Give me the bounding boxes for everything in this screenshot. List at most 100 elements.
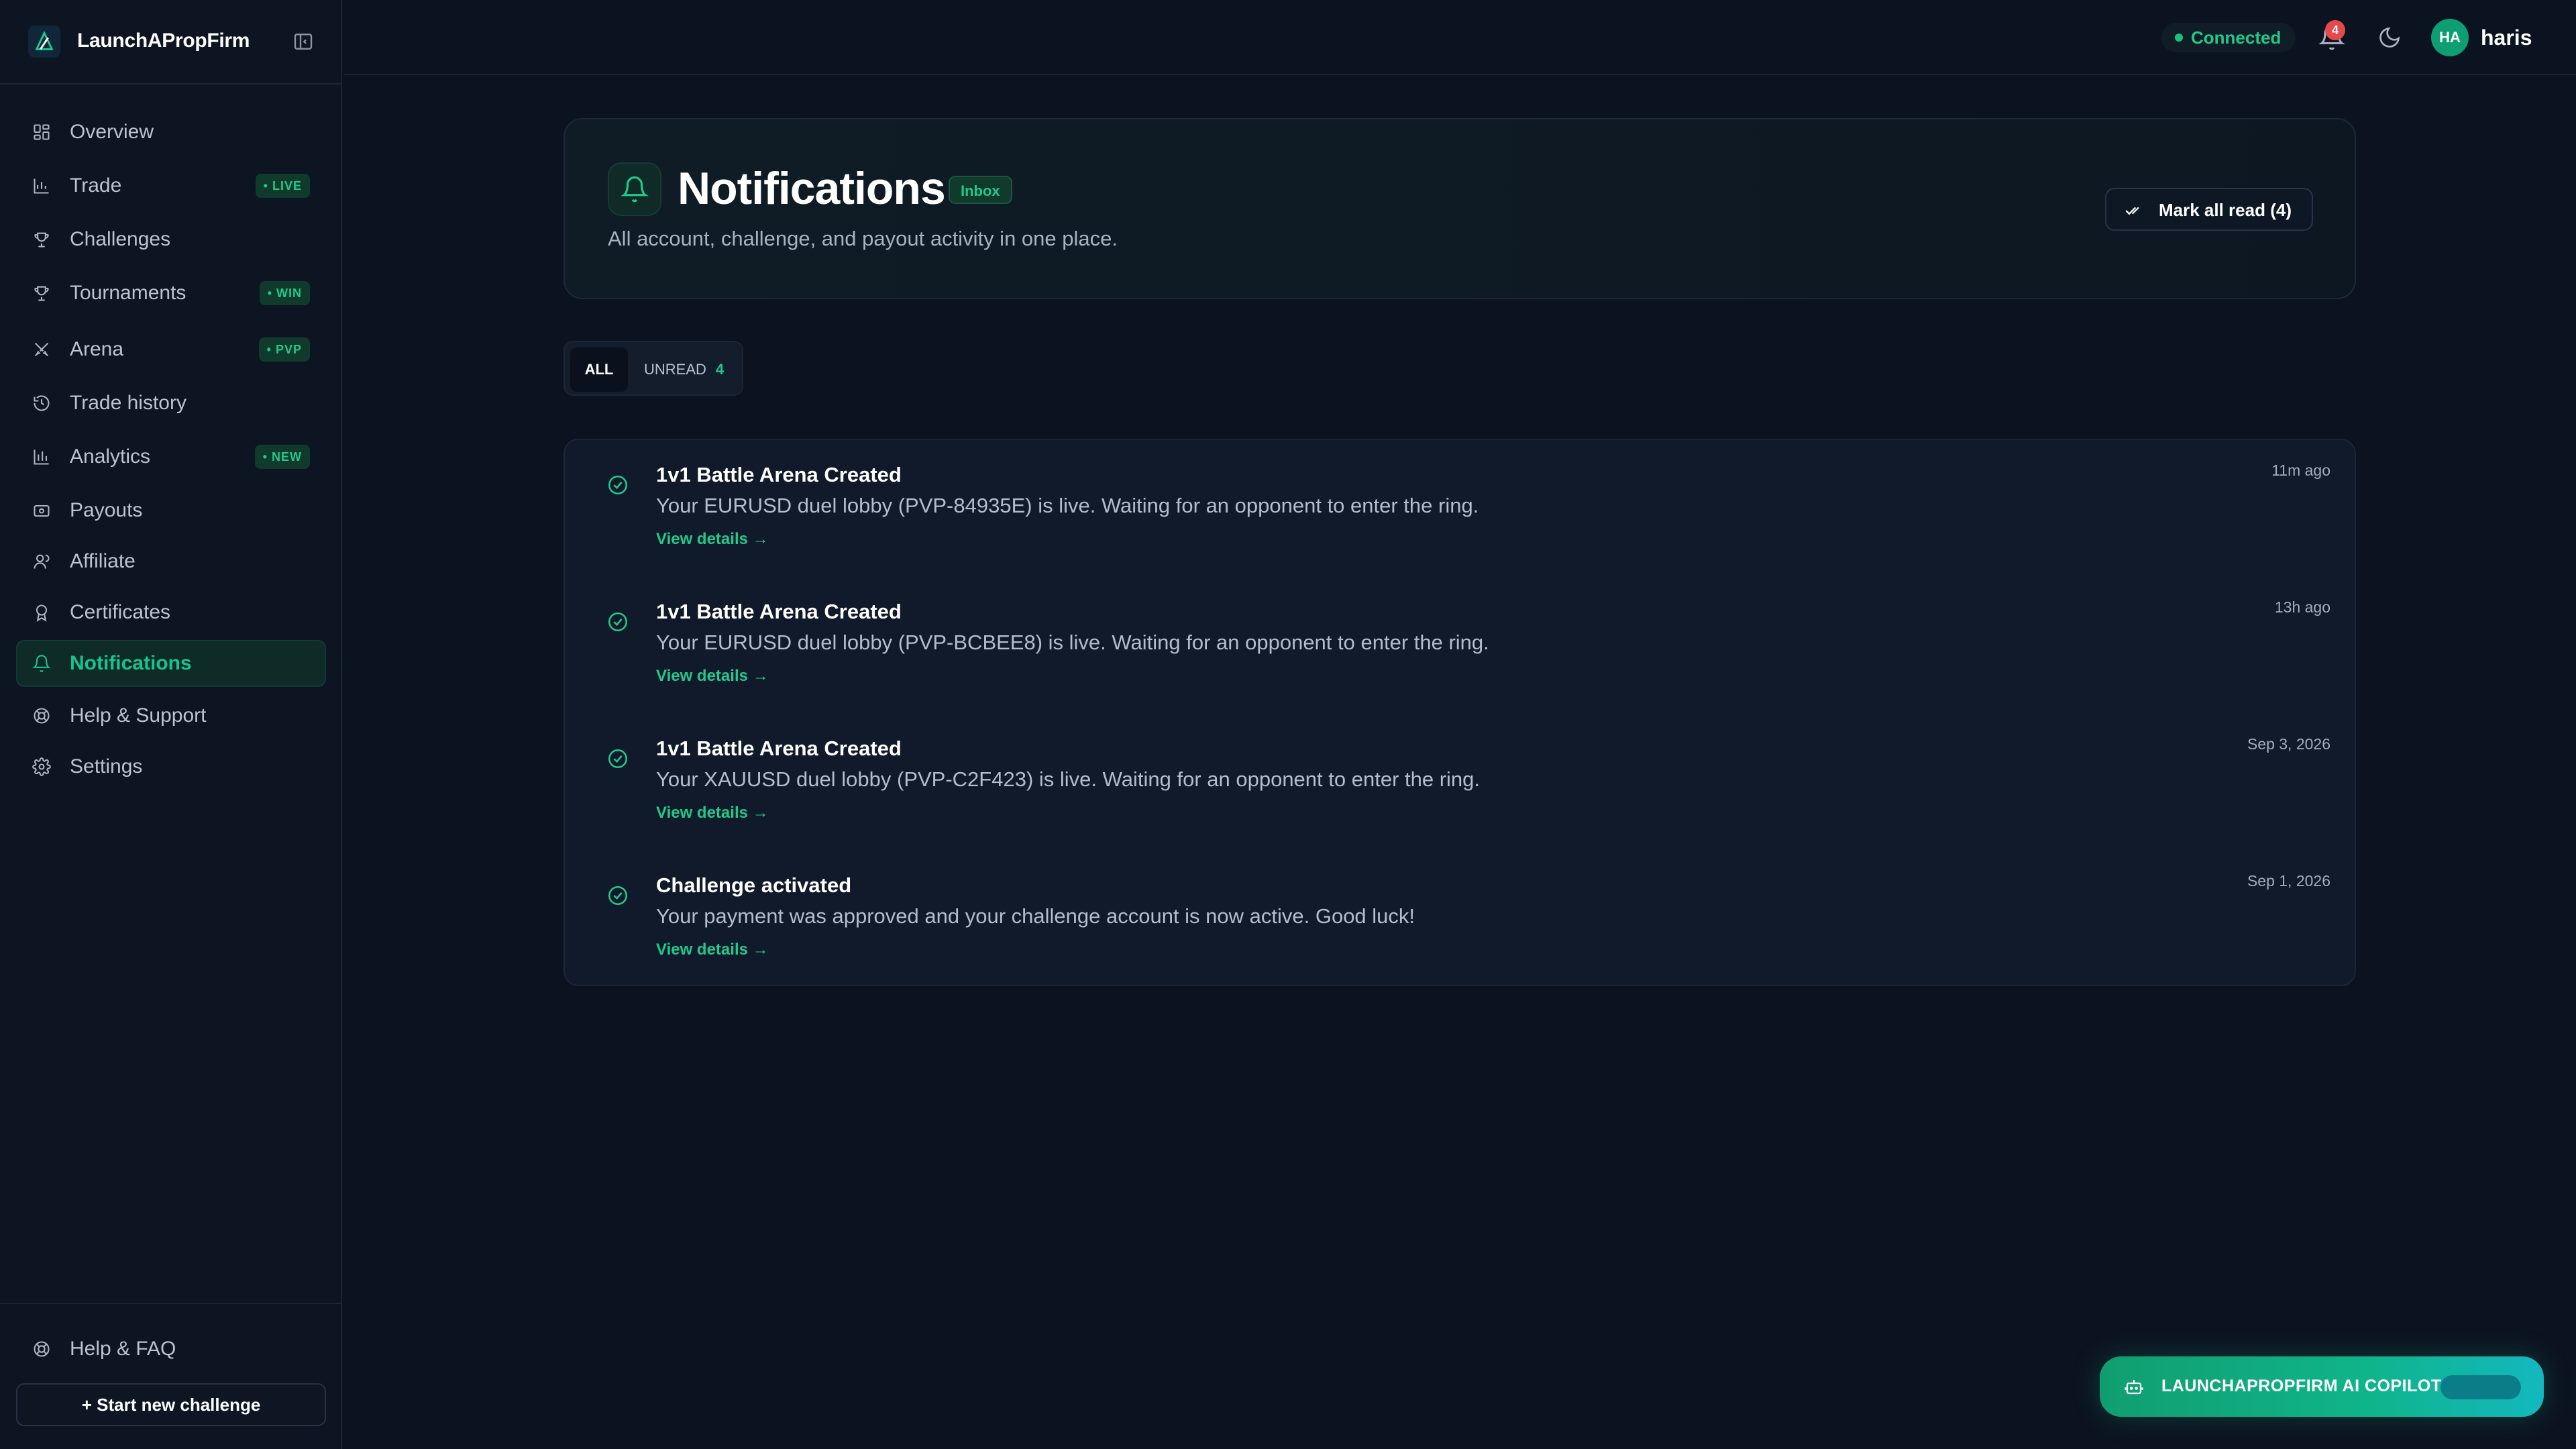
notification-time: 11m ago	[2271, 462, 2330, 479]
sidebar-item-analytics[interactable]: Analytics NEW	[16, 433, 326, 480]
sidebar-item-label: Settings	[70, 755, 143, 777]
notification-time: 13h ago	[2274, 598, 2330, 616]
history-icon	[34, 395, 50, 411]
sidebar-item-challenges[interactable]: Challenges	[16, 216, 326, 263]
notification-title: 1v1 Battle Arena Created	[656, 737, 902, 760]
avatar[interactable]: HA	[2431, 19, 2469, 56]
robot-icon	[2125, 1380, 2143, 1395]
sidebar-item-certificates[interactable]: Certificates	[16, 589, 326, 636]
status-dot	[2175, 34, 2183, 42]
bell-icon	[32, 655, 51, 672]
win-badge: WIN	[259, 281, 310, 305]
notification-body: Your XAUUSD duel lobby (PVP-C2F423) is l…	[656, 767, 1481, 791]
inbox-badge: Inbox	[949, 176, 1012, 204]
notifications-list: 1v1 Battle Arena Created Your EURUSD due…	[564, 439, 2356, 986]
award-icon	[36, 604, 48, 622]
live-badge: LIVE	[255, 174, 310, 198]
list-item[interactable]: 1v1 Battle Arena Created Your EURUSD due…	[565, 440, 2357, 577]
notification-body: Your EURUSD duel lobby (PVP-BCBEE8) is l…	[656, 631, 1489, 654]
filter-tabs: ALL UNREAD 4	[564, 341, 743, 396]
sidebar-item-arena[interactable]: Arena PVP	[16, 326, 326, 373]
copilot-toggle[interactable]	[2440, 1375, 2521, 1399]
notifications-header-card: Notifications Inbox All account, challen…	[564, 118, 2356, 299]
tab-unread-label: UNREAD	[644, 361, 706, 378]
sidebar-item-overview[interactable]: Overview	[16, 109, 326, 156]
ai-copilot-label: LAUNCHAPROPFIRM AI COPILOT	[2161, 1377, 2442, 1395]
unread-count: 4	[715, 361, 724, 378]
check-circle-icon	[608, 475, 628, 495]
notification-time: Sep 3, 2026	[2247, 735, 2330, 753]
chart-bar-icon	[34, 178, 49, 194]
notification-body: Your EURUSD duel lobby (PVP-84935E) is l…	[656, 494, 1479, 517]
brand-header: LaunchAPropFirm	[0, 0, 342, 85]
sidebar-item-help-faq[interactable]: Help & FAQ	[16, 1326, 326, 1373]
view-details-link[interactable]: View details →	[656, 667, 769, 686]
theme-toggle-moon-icon[interactable]	[2377, 25, 2402, 50]
check-circle-icon	[608, 612, 628, 632]
notification-title: Challenge activated	[656, 873, 852, 897]
sidebar-item-label: Trade	[70, 174, 122, 197]
check-circle-icon	[608, 749, 628, 769]
list-item[interactable]: 1v1 Battle Arena Created Your EURUSD due…	[565, 577, 2357, 714]
users-icon	[34, 554, 50, 569]
sidebar-item-trade[interactable]: Trade LIVE	[16, 162, 326, 209]
notification-time: Sep 1, 2026	[2247, 872, 2330, 890]
logo-icon[interactable]	[28, 25, 60, 58]
list-item[interactable]: Challenge activated Your payment was app…	[565, 851, 2357, 987]
sidebar-item-settings[interactable]: Settings	[16, 743, 326, 790]
sidebar-item-help-support[interactable]: Help & Support	[16, 692, 326, 739]
status-text: Connected	[2191, 27, 2282, 48]
start-new-challenge-button[interactable]: + Start new challenge	[16, 1383, 326, 1426]
notification-title: 1v1 Battle Arena Created	[656, 600, 902, 623]
username[interactable]: haris	[2481, 25, 2532, 50]
sidebar-item-payouts[interactable]: Payouts	[16, 487, 326, 534]
sidebar-item-label: Help & FAQ	[70, 1338, 176, 1360]
sidebar-item-label: Arena	[70, 338, 124, 360]
view-details-link[interactable]: View details →	[656, 941, 769, 959]
ai-copilot-button[interactable]: LAUNCHAPROPFIRM AI COPILOT	[2100, 1356, 2544, 1417]
sidebar-item-label: Affiliate	[70, 550, 136, 572]
analytics-icon	[34, 449, 49, 465]
connection-status-badge: Connected	[2161, 23, 2296, 52]
sidebar-item-label: Payouts	[70, 499, 143, 521]
brand-name[interactable]: LaunchAPropFirm	[77, 30, 250, 52]
pvp-badge: PVP	[258, 337, 310, 362]
sidebar-item-label: Tournaments	[70, 282, 186, 304]
page-title: Notifications	[678, 163, 946, 214]
trophy-icon	[34, 286, 49, 301]
mark-all-read-label: Mark all read (4)	[2159, 200, 2292, 220]
view-details-link[interactable]: View details →	[656, 530, 769, 549]
tab-all[interactable]: ALL	[570, 347, 628, 392]
sidebar-item-notifications[interactable]: Notifications	[16, 640, 326, 687]
sidebar-item-label: Analytics	[70, 445, 151, 468]
sidebar-item-label: Overview	[70, 121, 154, 143]
view-details-link[interactable]: View details →	[656, 804, 769, 822]
sidebar-footer-divider	[0, 1303, 342, 1304]
new-badge: NEW	[254, 445, 310, 469]
sidebar-item-tournaments[interactable]: Tournaments WIN	[16, 270, 326, 317]
swords-icon	[34, 342, 49, 357]
sidebar-item-label: Help & Support	[70, 704, 207, 727]
mark-all-read-button[interactable]: Mark all read (4)	[2105, 188, 2313, 231]
notification-body: Your payment was approved and your chall…	[656, 904, 1415, 928]
trophy-icon	[34, 232, 49, 248]
lifebuoy-icon	[34, 1341, 50, 1357]
lifebuoy-icon	[34, 708, 50, 724]
notification-count-badge: 4	[2325, 20, 2345, 40]
gear-icon	[32, 757, 51, 776]
sidebar-collapse-icon[interactable]	[292, 31, 314, 52]
sidebar-item-affiliate[interactable]: Affiliate	[16, 538, 326, 585]
check-circle-icon	[608, 885, 628, 906]
double-check-icon	[2125, 207, 2139, 215]
page-subtitle: All account, challenge, and payout activ…	[608, 227, 1118, 250]
sidebar: LaunchAPropFirm Overview Trade LIVE Chal…	[0, 0, 342, 1449]
tab-unread[interactable]: UNREAD 4	[644, 347, 724, 392]
sidebar-item-label: Certificates	[70, 601, 171, 623]
sidebar-item-label: Notifications	[70, 652, 192, 674]
bell-icon	[608, 162, 661, 216]
wallet-icon	[34, 504, 50, 517]
notification-title: 1v1 Battle Arena Created	[656, 463, 902, 486]
sidebar-item-trade-history[interactable]: Trade history	[16, 380, 326, 427]
list-item[interactable]: 1v1 Battle Arena Created Your XAUUSD due…	[565, 714, 2357, 851]
sidebar-item-label: Trade history	[70, 392, 186, 414]
